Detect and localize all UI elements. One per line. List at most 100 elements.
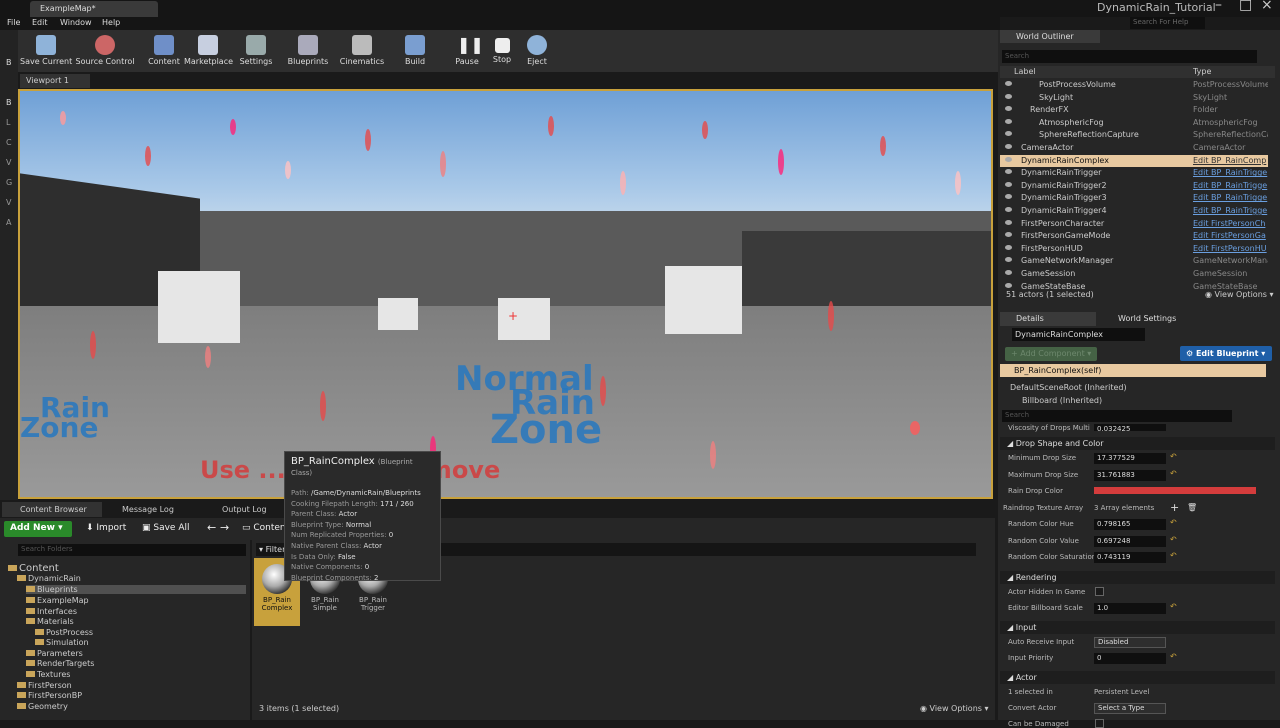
property-value-field[interactable]: 0.697248 bbox=[1094, 535, 1166, 547]
visibility-eye-icon[interactable] bbox=[1005, 169, 1012, 175]
component-self[interactable]: BP_RainComplex(self) bbox=[1000, 364, 1266, 377]
source-control-button[interactable]: Source Control bbox=[74, 30, 136, 72]
outliner-row[interactable]: SphereReflectionCapture SphereReflectionC… bbox=[1000, 129, 1268, 142]
visibility-eye-icon[interactable] bbox=[1005, 282, 1012, 288]
outliner-row[interactable]: DynamicRainTrigger3 Edit BP_RainTrigge bbox=[1000, 192, 1268, 205]
outliner-row[interactable]: FirstPersonHUD Edit FirstPersonHU bbox=[1000, 243, 1268, 256]
visibility-eye-icon[interactable] bbox=[1005, 106, 1012, 112]
blueprints-button[interactable]: Blueprints bbox=[286, 30, 330, 72]
actor-name-field[interactable]: DynamicRainComplex bbox=[1012, 328, 1145, 341]
property-dropdown[interactable]: Disabled bbox=[1094, 636, 1166, 648]
column-label[interactable]: Label bbox=[1014, 67, 1036, 76]
property-value-field[interactable]: 1.0 bbox=[1094, 602, 1166, 614]
details-category[interactable]: ◢ Rendering bbox=[1000, 570, 1275, 584]
outliner-row[interactable]: CameraActor CameraActor bbox=[1000, 142, 1268, 155]
save-current-button[interactable]: Save Current bbox=[20, 30, 72, 72]
folder-tree-item[interactable]: PostProcess bbox=[35, 628, 93, 637]
folder-tree-item[interactable]: FirstPerson bbox=[17, 681, 72, 690]
edit-blueprint-link[interactable]: Edit FirstPersonCh bbox=[1193, 219, 1268, 228]
edit-blueprint-button[interactable]: ⚙ Edit Blueprint ▾ bbox=[1180, 346, 1272, 361]
mode-a[interactable]: A bbox=[6, 218, 11, 227]
visibility-eye-icon[interactable] bbox=[1005, 181, 1012, 187]
reset-to-default-icon[interactable]: ↶ bbox=[1170, 551, 1177, 560]
tab-world-outliner[interactable]: World Outliner bbox=[1000, 30, 1100, 43]
import-button[interactable]: ⬇ Import bbox=[84, 521, 126, 537]
reset-to-default-icon[interactable]: ↶ bbox=[1170, 518, 1177, 527]
tab-world-settings[interactable]: World Settings bbox=[1102, 312, 1202, 326]
minimize-icon[interactable]: – bbox=[1215, 0, 1222, 13]
details-category[interactable]: ◢ Actor bbox=[1000, 670, 1275, 684]
visibility-eye-icon[interactable] bbox=[1005, 244, 1012, 250]
mode-b2[interactable]: B bbox=[6, 98, 12, 107]
marketplace-button[interactable]: Marketplace bbox=[184, 30, 233, 72]
add-component-button[interactable]: + Add Component ▾ bbox=[1005, 347, 1097, 361]
level-viewport[interactable]: Normal Rain Zone Rain Zone Use ... Mouse… bbox=[18, 89, 993, 499]
outliner-row[interactable]: GameNetworkManager GameNetworkManag bbox=[1000, 255, 1268, 268]
menu-help[interactable]: Help bbox=[102, 18, 120, 27]
back-arrow-icon[interactable]: ← bbox=[205, 521, 216, 537]
visibility-eye-icon[interactable] bbox=[1005, 232, 1012, 238]
reset-to-default-icon[interactable]: ↶ bbox=[1170, 469, 1177, 478]
outliner-search-input[interactable]: Search bbox=[1002, 50, 1257, 63]
property-value-field[interactable]: 31.761883 bbox=[1094, 469, 1166, 481]
outliner-view-options-button[interactable]: ◉ View Options ▾ bbox=[1205, 290, 1274, 299]
edit-blueprint-link[interactable]: Edit FirstPersonHU bbox=[1193, 244, 1268, 253]
property-value-field[interactable]: 17.377529 bbox=[1094, 453, 1166, 464]
property-value-field[interactable]: 0.798165 bbox=[1094, 519, 1166, 530]
reset-to-default-icon[interactable]: ↶ bbox=[1170, 535, 1177, 544]
property-checkbox[interactable] bbox=[1095, 586, 1104, 596]
visibility-eye-icon[interactable] bbox=[1005, 93, 1012, 99]
outliner-row[interactable]: FirstPersonGameMode Edit FirstPersonGa bbox=[1000, 230, 1268, 243]
visibility-eye-icon[interactable] bbox=[1005, 257, 1012, 263]
reset-to-default-icon[interactable]: ↶ bbox=[1170, 602, 1177, 611]
component-billboard[interactable]: Billboard (Inherited) bbox=[1022, 396, 1102, 405]
folder-tree-item[interactable]: Parameters bbox=[26, 649, 83, 658]
visibility-eye-icon[interactable] bbox=[1005, 118, 1012, 124]
add-element-icon[interactable]: + bbox=[1170, 501, 1179, 514]
visibility-eye-icon[interactable] bbox=[1005, 194, 1012, 200]
tab-output-log[interactable]: Output Log bbox=[204, 502, 294, 517]
outliner-row[interactable]: AtmosphericFog AtmosphericFog bbox=[1000, 117, 1268, 130]
folder-tree-item[interactable]: Interfaces bbox=[26, 607, 77, 616]
folder-tree-item[interactable]: Geometry bbox=[17, 702, 68, 711]
folder-tree-item[interactable]: Blueprints bbox=[26, 585, 246, 594]
settings-button[interactable]: Settings bbox=[238, 30, 274, 72]
mode-l[interactable]: L bbox=[6, 118, 10, 127]
details-category[interactable]: ◢ Input bbox=[1000, 620, 1275, 634]
tab-message-log[interactable]: Message Log bbox=[104, 502, 198, 517]
edit-blueprint-link[interactable]: Edit BP_RainTrigge bbox=[1193, 206, 1268, 215]
filters-button[interactable]: ▾ Filter bbox=[259, 545, 285, 554]
reset-to-default-icon[interactable]: ↶ bbox=[1170, 652, 1177, 661]
build-button[interactable]: Build bbox=[400, 30, 430, 72]
folder-tree-item[interactable]: RenderTargets bbox=[26, 659, 94, 668]
visibility-eye-icon[interactable] bbox=[1005, 131, 1012, 137]
outliner-row[interactable]: DynamicRainTrigger Edit BP_RainTrigge bbox=[1000, 167, 1268, 180]
edit-blueprint-link[interactable]: Edit BP_RainTrigge bbox=[1193, 168, 1268, 177]
edit-blueprint-link[interactable]: Edit BP_RainComp bbox=[1193, 156, 1268, 165]
tab-content-browser[interactable]: Content Browser bbox=[2, 502, 102, 517]
menu-edit[interactable]: Edit bbox=[32, 18, 48, 27]
folder-tree-item[interactable]: Textures bbox=[26, 670, 70, 679]
visibility-eye-icon[interactable] bbox=[1005, 219, 1012, 225]
maximize-icon[interactable]: □ bbox=[1239, 0, 1252, 13]
column-type[interactable]: Type bbox=[1193, 67, 1211, 76]
component-default-scene-root[interactable]: DefaultSceneRoot (Inherited) bbox=[1010, 383, 1127, 392]
folder-tree-item[interactable]: ExampleMap bbox=[26, 596, 89, 605]
add-new-button[interactable]: Add New ▾ bbox=[4, 521, 72, 537]
mode-v[interactable]: V bbox=[6, 158, 11, 167]
outliner-row[interactable]: DynamicRainComplex Edit BP_RainComp bbox=[1000, 154, 1268, 168]
mode-v2[interactable]: V bbox=[6, 198, 11, 207]
forward-arrow-icon[interactable]: → bbox=[218, 521, 229, 537]
trash-icon[interactable]: 🗑 bbox=[1187, 503, 1197, 512]
menu-window[interactable]: Window bbox=[60, 18, 92, 27]
rain-drop-color-swatch[interactable] bbox=[1094, 487, 1256, 494]
tab-viewport-1[interactable]: Viewport 1 bbox=[20, 74, 90, 88]
close-icon[interactable]: × bbox=[1261, 0, 1273, 13]
outliner-row[interactable]: PostProcessVolume PostProcessVolume bbox=[1000, 79, 1268, 92]
visibility-eye-icon[interactable] bbox=[1005, 207, 1012, 212]
outliner-row[interactable]: DynamicRainTrigger2 Edit BP_RainTrigge bbox=[1000, 180, 1268, 193]
mode-g[interactable]: G bbox=[6, 178, 12, 187]
eject-button[interactable]: Eject bbox=[523, 30, 551, 72]
visibility-eye-icon[interactable] bbox=[1005, 156, 1012, 162]
folder-tree-item[interactable]: Materials bbox=[26, 617, 74, 626]
